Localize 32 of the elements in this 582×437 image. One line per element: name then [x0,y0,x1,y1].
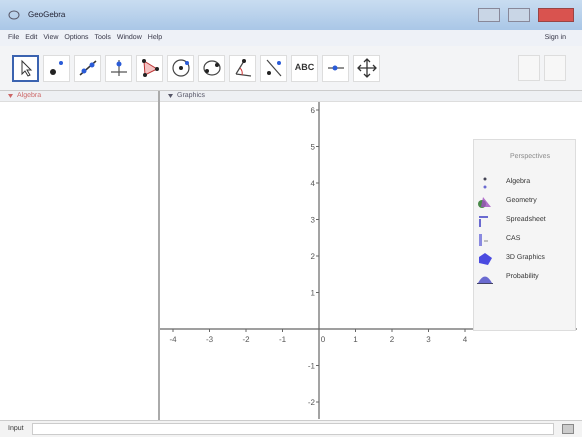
geometry-icon [477,194,493,208]
axis-label: 1 [310,288,315,298]
text-tool-label: ABC [294,61,314,74]
circle-icon [170,57,192,79]
move-arrows-icon [356,57,378,79]
axis-label: 3 [426,335,431,344]
axis-label: -3 [206,335,214,344]
tool-button[interactable]: ABC [291,54,318,82]
input-field[interactable] [32,423,554,435]
axis-label: 5 [310,142,315,152]
app-icon [8,9,20,21]
window-title: GeoGebra [28,9,66,21]
axis-label: -2 [308,398,315,407]
axis-label: -4 [169,335,177,344]
axis-label: 0 [320,335,326,344]
axis-label: -1 [278,335,286,344]
axis-label: 2 [390,335,394,344]
collapse-triangle-icon [168,94,173,98]
algebra-icon [483,176,487,188]
axis-label: 1 [353,335,358,344]
axis-label: 4 [310,179,315,188]
cube-icon [477,252,493,266]
collapse-triangle-icon [8,94,13,98]
axis-label: 2 [310,252,315,261]
axis-label: 3 [310,216,315,224]
slider-icon [326,65,344,71]
axis-label: 4 [462,335,468,344]
axis-label: -1 [308,362,315,370]
axis-label: 6 [310,106,315,115]
axis-label: -2 [242,335,250,344]
tool-button[interactable] [12,54,39,82]
keyboard-icon [562,424,574,434]
